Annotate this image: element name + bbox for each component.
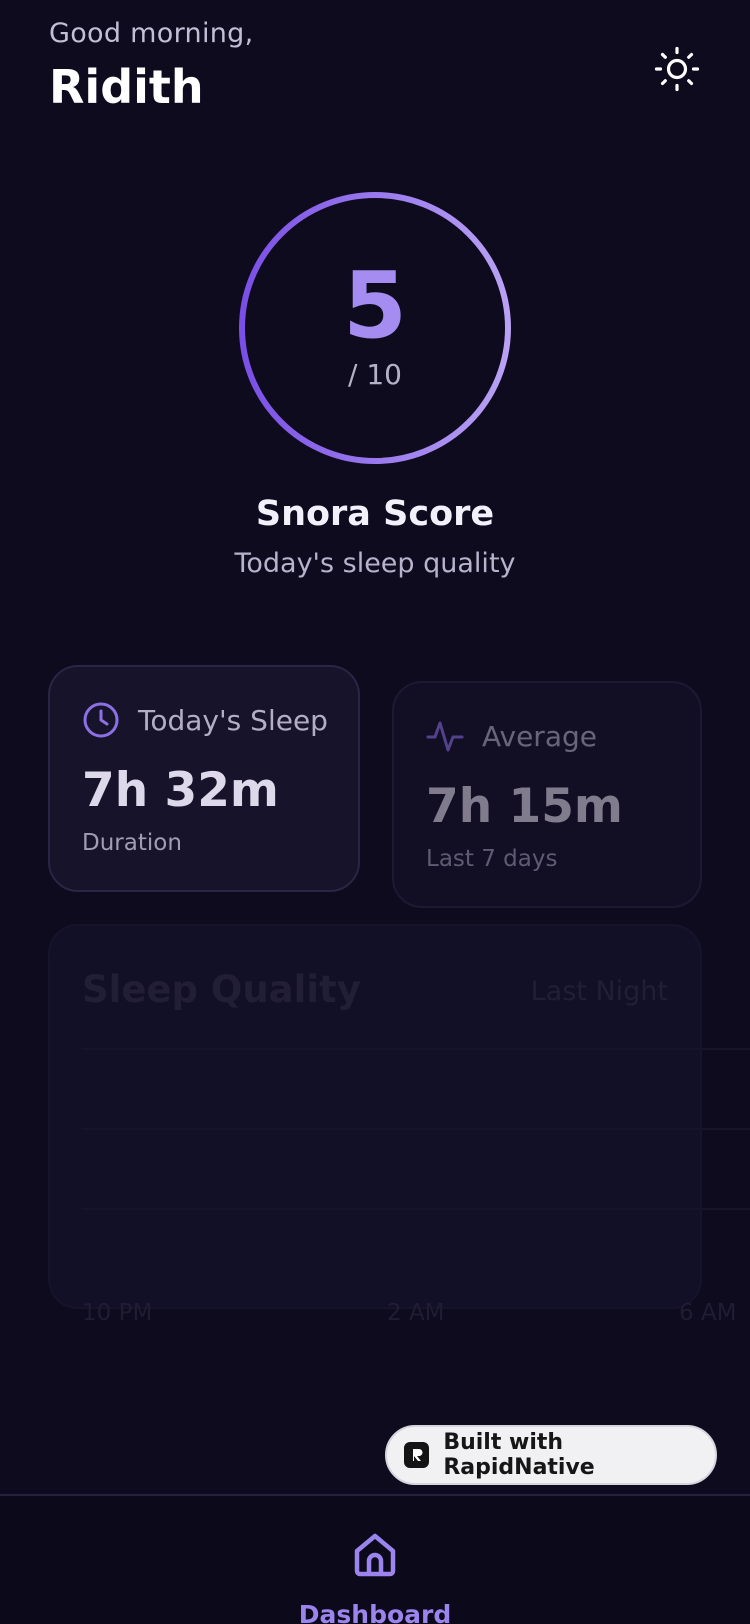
score-title: Snora Score bbox=[255, 494, 495, 534]
sleep-quality-period: Last Night bbox=[530, 976, 668, 1007]
sleep-quality-title: Sleep Quality bbox=[82, 968, 361, 1011]
theme-toggle-button[interactable] bbox=[652, 44, 702, 94]
score-subtitle: Today's sleep quality bbox=[234, 548, 516, 579]
average-sleep-label: Average bbox=[482, 719, 597, 753]
today-sleep-caption: Duration bbox=[82, 830, 182, 856]
x-axis-label: 6 AM bbox=[679, 1300, 737, 1326]
today-sleep-header: Today's Sleep bbox=[82, 701, 328, 739]
app-screen: Good morning, Ridith 5 / 10 Snora Score … bbox=[0, 0, 750, 1624]
user-name: Ridith bbox=[49, 60, 204, 114]
chart-grid-line bbox=[82, 1048, 750, 1050]
average-sleep-header: Average bbox=[426, 717, 597, 755]
today-sleep-label: Today's Sleep bbox=[138, 703, 328, 737]
x-axis-label: 10 PM bbox=[82, 1300, 153, 1326]
activity-icon bbox=[426, 721, 464, 752]
score-value: 5 bbox=[342, 252, 407, 359]
tab-dashboard[interactable]: Dashboard bbox=[275, 1496, 475, 1624]
bottom-tab-bar: Dashboard bbox=[0, 1494, 750, 1624]
rapidnative-logo-icon bbox=[404, 1442, 430, 1468]
home-icon bbox=[354, 1533, 396, 1577]
built-with-rapidnative-badge[interactable]: Built with RapidNative bbox=[385, 1425, 717, 1485]
average-sleep-caption: Last 7 days bbox=[426, 846, 558, 872]
today-sleep-value: 7h 32m bbox=[82, 763, 279, 818]
average-sleep-value: 7h 15m bbox=[426, 779, 623, 834]
today-sleep-card[interactable]: Today's Sleep 7h 32m Duration bbox=[48, 665, 360, 892]
clock-icon bbox=[83, 702, 119, 738]
score-max: / 10 bbox=[348, 358, 402, 391]
score-ring: 5 / 10 bbox=[237, 190, 513, 466]
tab-dashboard-label: Dashboard bbox=[298, 1600, 452, 1624]
x-axis-label: 2 AM bbox=[387, 1300, 445, 1326]
badge-label: Built with RapidNative bbox=[443, 1430, 595, 1480]
sleep-quality-card: Sleep Quality Last Night bbox=[48, 924, 750, 1309]
greeting-text: Good morning, bbox=[49, 18, 254, 49]
sun-icon bbox=[654, 46, 700, 92]
chart-grid-line bbox=[82, 1128, 750, 1130]
chart-grid-line bbox=[82, 1208, 750, 1210]
average-sleep-card[interactable]: Average 7h 15m Last 7 days bbox=[392, 681, 702, 908]
